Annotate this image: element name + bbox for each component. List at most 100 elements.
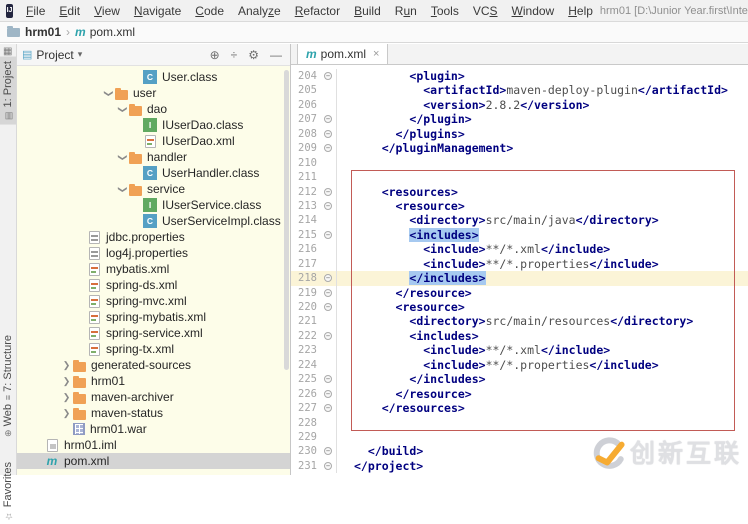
code-line[interactable]: 220− <resource> (291, 300, 748, 314)
code-line[interactable]: 208− </plugins> (291, 127, 748, 141)
tree-item-user[interactable]: ❯user (17, 85, 290, 101)
code-line[interactable]: 222− <includes> (291, 329, 748, 343)
code-line[interactable]: 217 <include>**/*.properties</include> (291, 257, 748, 271)
stripe-tab-7-structure[interactable]: ≡ 7: Structure (0, 331, 16, 404)
fold-marker-icon[interactable]: − (324, 462, 332, 470)
tree-item-jdbc-properties[interactable]: jdbc.properties (17, 229, 290, 245)
fold-marker-icon[interactable]: − (324, 447, 332, 455)
tree-item-userserviceimpl-class[interactable]: CUserServiceImpl.class (17, 213, 290, 229)
fold-marker-icon[interactable]: − (324, 188, 332, 196)
fold-marker-icon[interactable]: − (324, 231, 332, 239)
tree-item-generated-sources[interactable]: ❯generated-sources (17, 357, 290, 373)
tree-item-iuserdao-xml[interactable]: IUserDao.xml (17, 133, 290, 149)
fold-marker-icon[interactable]: − (324, 332, 332, 340)
tab-pom-xml[interactable]: m pom.xml × (297, 44, 388, 64)
code-line[interactable]: 206 <version>2.8.2</version> (291, 98, 748, 112)
menu-refactor[interactable]: Refactor (288, 4, 347, 18)
fold-marker-icon[interactable]: − (324, 375, 332, 383)
menu-edit[interactable]: Edit (52, 4, 87, 18)
tree-item-handler[interactable]: ❯handler (17, 149, 290, 165)
collapse-all-icon[interactable]: ÷ (231, 48, 238, 62)
fold-marker-icon[interactable]: − (324, 303, 332, 311)
close-icon[interactable]: × (373, 48, 379, 60)
menu-tools[interactable]: Tools (424, 4, 466, 18)
code-line[interactable]: 226− </resource> (291, 387, 748, 401)
code-line[interactable]: 223 <include>**/*.xml</include> (291, 343, 748, 357)
fold-marker-icon[interactable]: − (324, 130, 332, 138)
tree-item-user-class[interactable]: CUser.class (17, 69, 290, 85)
code-line[interactable]: 213− <resource> (291, 199, 748, 213)
code-line[interactable]: 209− </pluginManagement> (291, 141, 748, 155)
code-line[interactable]: 211 (291, 170, 748, 184)
tree-item-userhandler-class[interactable]: CUserHandler.class (17, 165, 290, 181)
fold-marker-icon[interactable]: − (324, 390, 332, 398)
chevron-right-icon[interactable]: ❯ (60, 392, 73, 403)
code-line[interactable]: 207− </plugin> (291, 112, 748, 126)
menu-build[interactable]: Build (347, 4, 388, 18)
menu-vcs[interactable]: VCS (466, 4, 505, 18)
tree-item-spring-mybatis-xml[interactable]: spring-mybatis.xml (17, 309, 290, 325)
chevron-down-icon[interactable]: ❯ (117, 103, 128, 116)
code-line[interactable]: 214 <directory>src/main/java</directory> (291, 213, 748, 227)
tree-item-maven-status[interactable]: ❯maven-status (17, 405, 290, 421)
tool-window-switcher-icon[interactable]: ▦ (3, 46, 12, 57)
menu-code[interactable]: Code (188, 4, 231, 18)
fold-marker-icon[interactable]: − (324, 202, 332, 210)
fold-marker-icon[interactable]: − (324, 274, 332, 282)
breadcrumb-file[interactable]: pom.xml (90, 25, 135, 39)
tree-item-maven-archiver[interactable]: ❯maven-archiver (17, 389, 290, 405)
menu-navigate[interactable]: Navigate (127, 4, 188, 18)
tree-scrollbar[interactable] (284, 70, 289, 370)
tree-item-iuserservice-class[interactable]: IIUserService.class (17, 197, 290, 213)
stripe-tab-1-project[interactable]: ▥ 1: Project (0, 57, 16, 125)
chevron-down-icon[interactable]: ❯ (117, 183, 128, 196)
menu-view[interactable]: View (87, 4, 127, 18)
tree-item-iuserdao-class[interactable]: IIUserDao.class (17, 117, 290, 133)
menu-window[interactable]: Window (505, 4, 562, 18)
tree-item-spring-ds-xml[interactable]: spring-ds.xml (17, 277, 290, 293)
code-line[interactable]: 216 <include>**/*.xml</include> (291, 242, 748, 256)
chevron-down-icon[interactable]: ▾ (78, 49, 83, 60)
tree-item-pom-xml[interactable]: mpom.xml (17, 453, 290, 469)
hide-icon[interactable]: — (270, 48, 282, 62)
code-line[interactable]: 227− </resources> (291, 401, 748, 415)
settings-icon[interactable]: ⚙ (248, 48, 259, 62)
tree-item-dao[interactable]: ❯dao (17, 101, 290, 117)
breadcrumb-project[interactable]: hrm01 (25, 25, 61, 39)
code-line[interactable]: 225− </includes> (291, 372, 748, 386)
tree-item-spring-mvc-xml[interactable]: spring-mvc.xml (17, 293, 290, 309)
code-line[interactable]: 205 <artifactId>maven-deploy-plugin</art… (291, 83, 748, 97)
chevron-right-icon[interactable]: ❯ (60, 376, 73, 387)
chevron-right-icon[interactable]: ❯ (60, 360, 73, 371)
tree-item-spring-tx-xml[interactable]: spring-tx.xml (17, 341, 290, 357)
fold-marker-icon[interactable]: − (324, 144, 332, 152)
menu-analyze[interactable]: Analyze (231, 4, 288, 18)
fold-marker-icon[interactable]: − (324, 72, 332, 80)
tree-item-service[interactable]: ❯service (17, 181, 290, 197)
stripe-tab-favorites[interactable]: ☆ Favorites (0, 458, 16, 524)
menu-file[interactable]: File (19, 4, 52, 18)
code-line[interactable]: 210 (291, 156, 748, 170)
code-line[interactable]: 219− </resource> (291, 286, 748, 300)
locate-icon[interactable]: ⊕ (210, 48, 220, 62)
code-line[interactable]: 212− <resources> (291, 185, 748, 199)
chevron-right-icon[interactable]: ❯ (60, 408, 73, 419)
code-line[interactable]: 221 <directory>src/main/resources</direc… (291, 314, 748, 328)
fold-marker-icon[interactable]: − (324, 289, 332, 297)
tree-item-spring-service-xml[interactable]: spring-service.xml (17, 325, 290, 341)
chevron-down-icon[interactable]: ❯ (103, 87, 114, 100)
chevron-down-icon[interactable]: ❯ (117, 151, 128, 164)
code-line[interactable]: 215− <includes> (291, 228, 748, 242)
tree-item-hrm01-iml[interactable]: hrm01.iml (17, 437, 290, 453)
tree-item-hrm01[interactable]: ❯hrm01 (17, 373, 290, 389)
project-panel-title[interactable]: Project (36, 48, 73, 62)
stripe-tab-web[interactable]: ⊕ Web (0, 400, 16, 441)
code-line[interactable]: 218− </includes> (291, 271, 748, 285)
tree-item-log4j-properties[interactable]: log4j.properties (17, 245, 290, 261)
code-line[interactable]: 204− <plugin> (291, 69, 748, 83)
tree-item-mybatis-xml[interactable]: mybatis.xml (17, 261, 290, 277)
tree-item-hrm01-war[interactable]: hrm01.war (17, 421, 290, 437)
fold-marker-icon[interactable]: − (324, 115, 332, 123)
code-line[interactable]: 224 <include>**/*.properties</include> (291, 358, 748, 372)
fold-marker-icon[interactable]: − (324, 404, 332, 412)
